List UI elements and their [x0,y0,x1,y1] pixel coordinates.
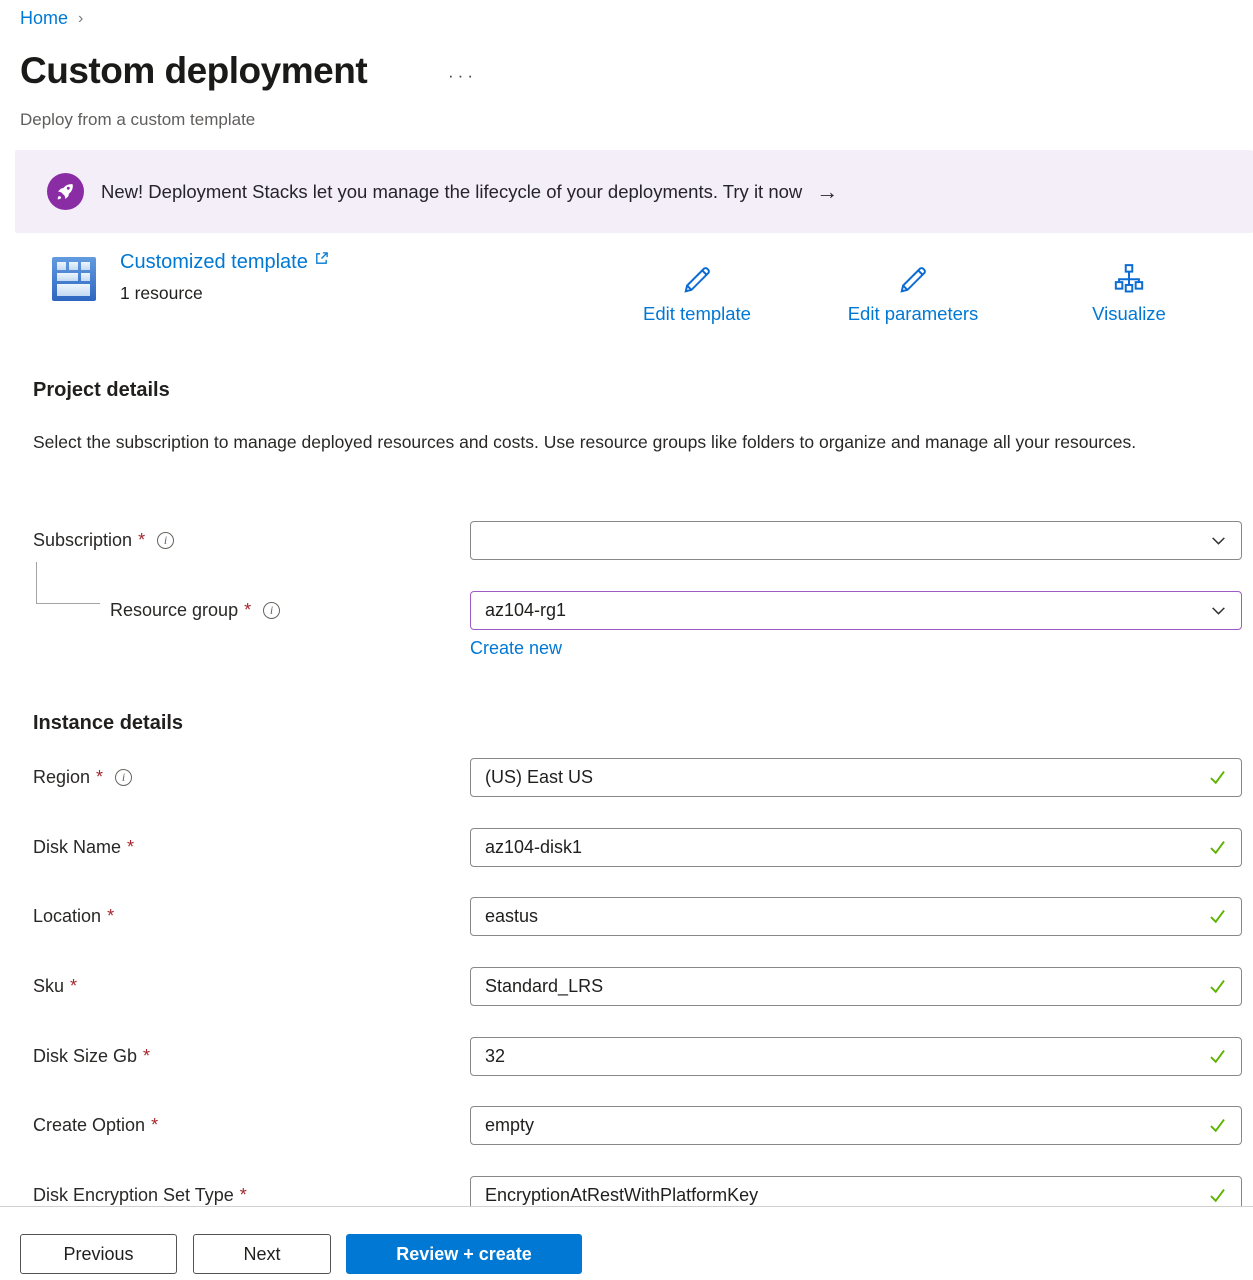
required-asterisk: * [151,1115,158,1136]
required-asterisk: * [244,600,251,621]
required-asterisk: * [107,906,114,927]
visualize-button[interactable]: Visualize [1019,259,1239,325]
valid-check-icon [1208,977,1227,996]
edit-parameters-label: Edit parameters [803,303,1023,325]
required-asterisk: * [240,1185,247,1206]
customized-template-label: Customized template [120,251,308,274]
page-title: Custom deployment [20,50,367,92]
sku-value: Standard_LRS [485,976,1208,997]
disk-encryption-set-type-label: Disk Encryption Set Type * [33,1185,247,1206]
required-asterisk: * [70,976,77,997]
review-create-button[interactable]: Review + create [346,1234,582,1274]
create-option-label-text: Create Option [33,1115,145,1136]
customized-template-link[interactable]: Customized template [120,251,329,274]
chevron-down-icon [1210,602,1227,619]
region-label-text: Region [33,767,90,788]
external-link-icon [314,251,329,266]
subscription-label-text: Subscription [33,530,132,551]
region-label: Region * [33,767,132,788]
deployment-stacks-banner[interactable]: New! Deployment Stacks let you manage th… [15,150,1253,233]
template-icon [52,257,96,301]
valid-check-icon [1208,768,1227,787]
previous-button[interactable]: Previous [20,1234,177,1274]
tree-connector-vertical [36,562,37,604]
info-icon[interactable] [263,602,280,619]
chevron-down-icon [1210,532,1227,549]
resource-group-value: az104-rg1 [485,600,1210,621]
disk-encryption-set-type-label-text: Disk Encryption Set Type [33,1185,234,1206]
sku-input[interactable]: Standard_LRS [470,967,1242,1006]
valid-check-icon [1208,907,1227,926]
project-details-heading: Project details [33,379,170,402]
region-input[interactable]: (US) East US [470,758,1242,797]
required-asterisk: * [127,837,134,858]
valid-check-icon [1208,1047,1227,1066]
pencil-icon [803,259,1023,301]
required-asterisk: * [96,767,103,788]
create-option-value: empty [485,1115,1208,1136]
disk-encryption-set-type-value: EncryptionAtRestWithPlatformKey [485,1185,1208,1206]
resource-group-label-text: Resource group [110,600,238,621]
disk-name-label: Disk Name * [33,837,134,858]
location-label-text: Location [33,906,101,927]
arrow-right-icon: → [816,179,838,205]
info-icon[interactable] [115,769,132,786]
required-asterisk: * [138,530,145,551]
org-chart-icon [1019,259,1239,301]
resource-count: 1 resource [120,283,203,304]
wizard-footer: Previous Next Review + create [0,1206,1253,1280]
next-button[interactable]: Next [193,1234,331,1274]
custom-deployment-page: Home › Custom deployment ··· Deploy from… [0,0,1253,1280]
sku-label: Sku * [33,976,77,997]
edit-template-button[interactable]: Edit template [587,259,807,325]
valid-check-icon [1208,1186,1227,1205]
edit-template-label: Edit template [587,303,807,325]
instance-details-heading: Instance details [33,712,183,735]
info-icon[interactable] [157,532,174,549]
disk-name-label-text: Disk Name [33,837,121,858]
more-options-button[interactable]: ··· [448,66,477,86]
project-details-description: Select the subscription to manage deploy… [33,427,1183,458]
disk-name-input[interactable]: az104-disk1 [470,828,1242,867]
create-option-label: Create Option * [33,1115,158,1136]
resource-group-label: Resource group * [110,600,280,621]
disk-size-input[interactable]: 32 [470,1037,1242,1076]
location-value: eastus [485,906,1208,927]
location-input[interactable]: eastus [470,897,1242,936]
region-value: (US) East US [485,767,1208,788]
disk-name-value: az104-disk1 [485,837,1208,858]
subscription-dropdown[interactable] [470,521,1242,560]
valid-check-icon [1208,838,1227,857]
visualize-label: Visualize [1019,303,1239,325]
create-new-link[interactable]: Create new [470,638,562,659]
location-label: Location * [33,906,114,927]
edit-parameters-button[interactable]: Edit parameters [803,259,1023,325]
breadcrumb: Home › [20,8,83,29]
create-option-input[interactable]: empty [470,1106,1242,1145]
rocket-icon [47,173,84,210]
disk-size-label: Disk Size Gb * [33,1046,150,1067]
valid-check-icon [1208,1116,1227,1135]
banner-text: New! Deployment Stacks let you manage th… [101,181,802,203]
resource-group-dropdown[interactable]: az104-rg1 [470,591,1242,630]
breadcrumb-home-link[interactable]: Home [20,8,68,29]
disk-size-label-text: Disk Size Gb [33,1046,137,1067]
disk-size-value: 32 [485,1046,1208,1067]
pencil-icon [587,259,807,301]
sku-label-text: Sku [33,976,64,997]
page-subtitle: Deploy from a custom template [20,110,255,130]
required-asterisk: * [143,1046,150,1067]
breadcrumb-chevron-icon: › [78,10,83,28]
tree-connector-horizontal [36,603,100,604]
subscription-label: Subscription * [33,530,174,551]
